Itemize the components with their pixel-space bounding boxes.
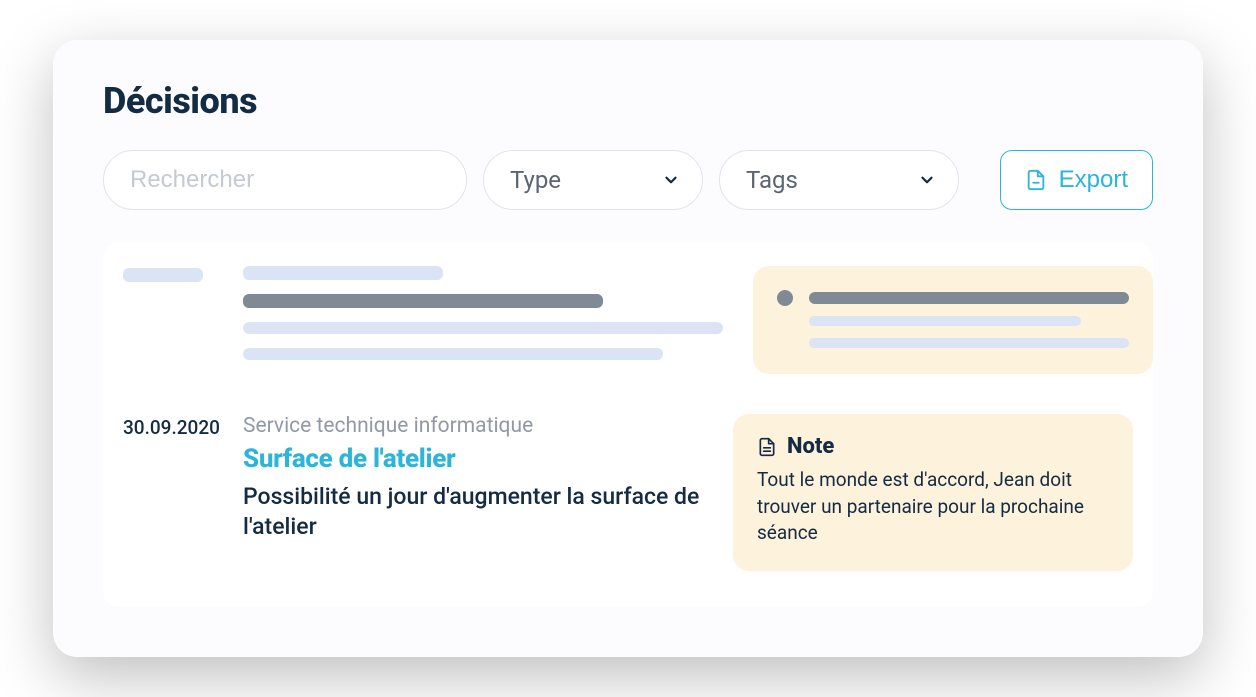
- skeleton-dot: [777, 290, 793, 306]
- toolbar: Type Tags Export: [103, 150, 1153, 210]
- note-body: Tout le monde est d'accord, Jean doit tr…: [757, 467, 1109, 547]
- chevron-down-icon: [918, 171, 936, 189]
- decision-row-skeleton: [123, 266, 1133, 374]
- decision-service: Service technique informatique: [243, 414, 703, 438]
- skeleton-line: [809, 338, 1129, 348]
- skeleton-line: [243, 266, 443, 280]
- skeleton-line: [809, 292, 1129, 304]
- file-text-icon: [757, 437, 777, 457]
- tags-dropdown-label: Tags: [746, 166, 798, 194]
- type-dropdown-label: Type: [510, 166, 561, 194]
- decision-title: Surface de l'atelier: [243, 444, 703, 474]
- skeleton-line: [243, 322, 723, 334]
- export-button[interactable]: Export: [1000, 150, 1153, 210]
- decision-row[interactable]: 30.09.2020 Service technique informatiqu…: [123, 414, 1133, 571]
- skeleton-date: [123, 268, 203, 282]
- decisions-list: 30.09.2020 Service technique informatiqu…: [103, 242, 1153, 607]
- skeleton-line: [243, 294, 603, 308]
- note-label: Note: [787, 434, 834, 459]
- page-title: Décisions: [103, 80, 1153, 122]
- search-input[interactable]: [103, 150, 467, 210]
- note-box: Note Tout le monde est d'accord, Jean do…: [733, 414, 1133, 571]
- note-skeleton: [753, 266, 1153, 374]
- decisions-panel: Décisions Type Tags Export: [53, 40, 1203, 657]
- chevron-down-icon: [662, 171, 680, 189]
- export-button-label: Export: [1059, 166, 1128, 194]
- pdf-file-icon: [1025, 169, 1047, 191]
- type-dropdown[interactable]: Type: [483, 150, 703, 210]
- decision-date: 30.09.2020: [123, 414, 223, 571]
- tags-dropdown[interactable]: Tags: [719, 150, 959, 210]
- skeleton-line: [243, 348, 663, 360]
- decision-description: Possibilité un jour d'augmenter la surfa…: [243, 482, 703, 542]
- skeleton-line: [809, 316, 1081, 326]
